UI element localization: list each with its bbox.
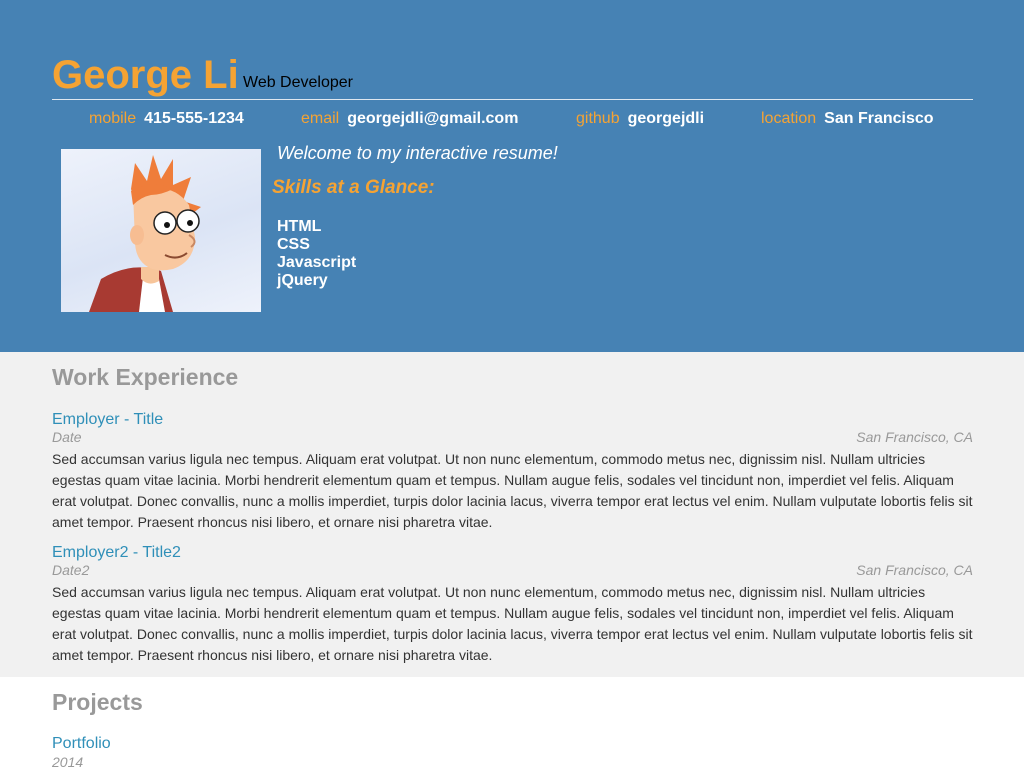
- contact-email: email georgejdli@gmail.com: [301, 110, 518, 128]
- role-label: Web Developer: [243, 74, 353, 91]
- skill-item: Javascript: [277, 254, 357, 271]
- cartoon-avatar-icon: [89, 155, 201, 312]
- contact-github-label: github: [576, 110, 620, 127]
- work-entry-location: San Francisco, CA: [856, 562, 973, 578]
- name-heading: George Li: [52, 53, 239, 97]
- projects-heading: Projects: [52, 689, 143, 715]
- header-divider: [52, 99, 973, 100]
- contact-location-label: location: [761, 110, 817, 127]
- contact-location: location San Francisco: [761, 110, 934, 128]
- contact-email-label: email: [301, 110, 340, 127]
- profile-photo: [61, 149, 261, 312]
- work-entry-description: Sed accumsan varius ligula nec tempus. A…: [52, 584, 973, 663]
- contact-github-value[interactable]: georgejdli: [628, 110, 704, 127]
- contact-mobile-value: 415-555-1234: [144, 110, 244, 127]
- contact-email-value[interactable]: georgejdli@gmail.com: [347, 110, 518, 127]
- work-experience-heading: Work Experience: [52, 364, 239, 390]
- projects-section: Projects Portfolio 2014: [0, 677, 1024, 770]
- work-entry-title[interactable]: Employer - Title: [52, 411, 163, 429]
- welcome-message: Welcome to my interactive resume!: [277, 143, 558, 163]
- contact-github: github georgejdli: [576, 110, 704, 128]
- skill-item: CSS: [277, 236, 310, 253]
- work-entry-date: Date: [52, 429, 82, 445]
- header: George Li Web Developer mobile 415-555-12…: [0, 0, 1024, 352]
- skill-item: HTML: [277, 218, 322, 235]
- skills-list: HTML CSS Javascript jQuery: [277, 218, 356, 290]
- skill-item: jQuery: [277, 272, 328, 289]
- skills-heading: Skills at a Glance:: [272, 177, 435, 198]
- contact-mobile: mobile 415-555-1234: [89, 110, 244, 128]
- contact-location-value: San Francisco: [824, 110, 934, 127]
- work-entry-title[interactable]: Employer2 - Title2: [52, 544, 181, 562]
- contact-mobile-label: mobile: [89, 110, 137, 127]
- work-entry-date: Date2: [52, 562, 90, 578]
- work-entry-description: Sed accumsan varius ligula nec tempus. A…: [52, 451, 973, 530]
- project-entry-title[interactable]: Portfolio: [52, 735, 111, 753]
- work-experience-section: Work Experience Employer - Title Date Sa…: [0, 352, 1024, 677]
- work-entry-location: San Francisco, CA: [856, 429, 973, 445]
